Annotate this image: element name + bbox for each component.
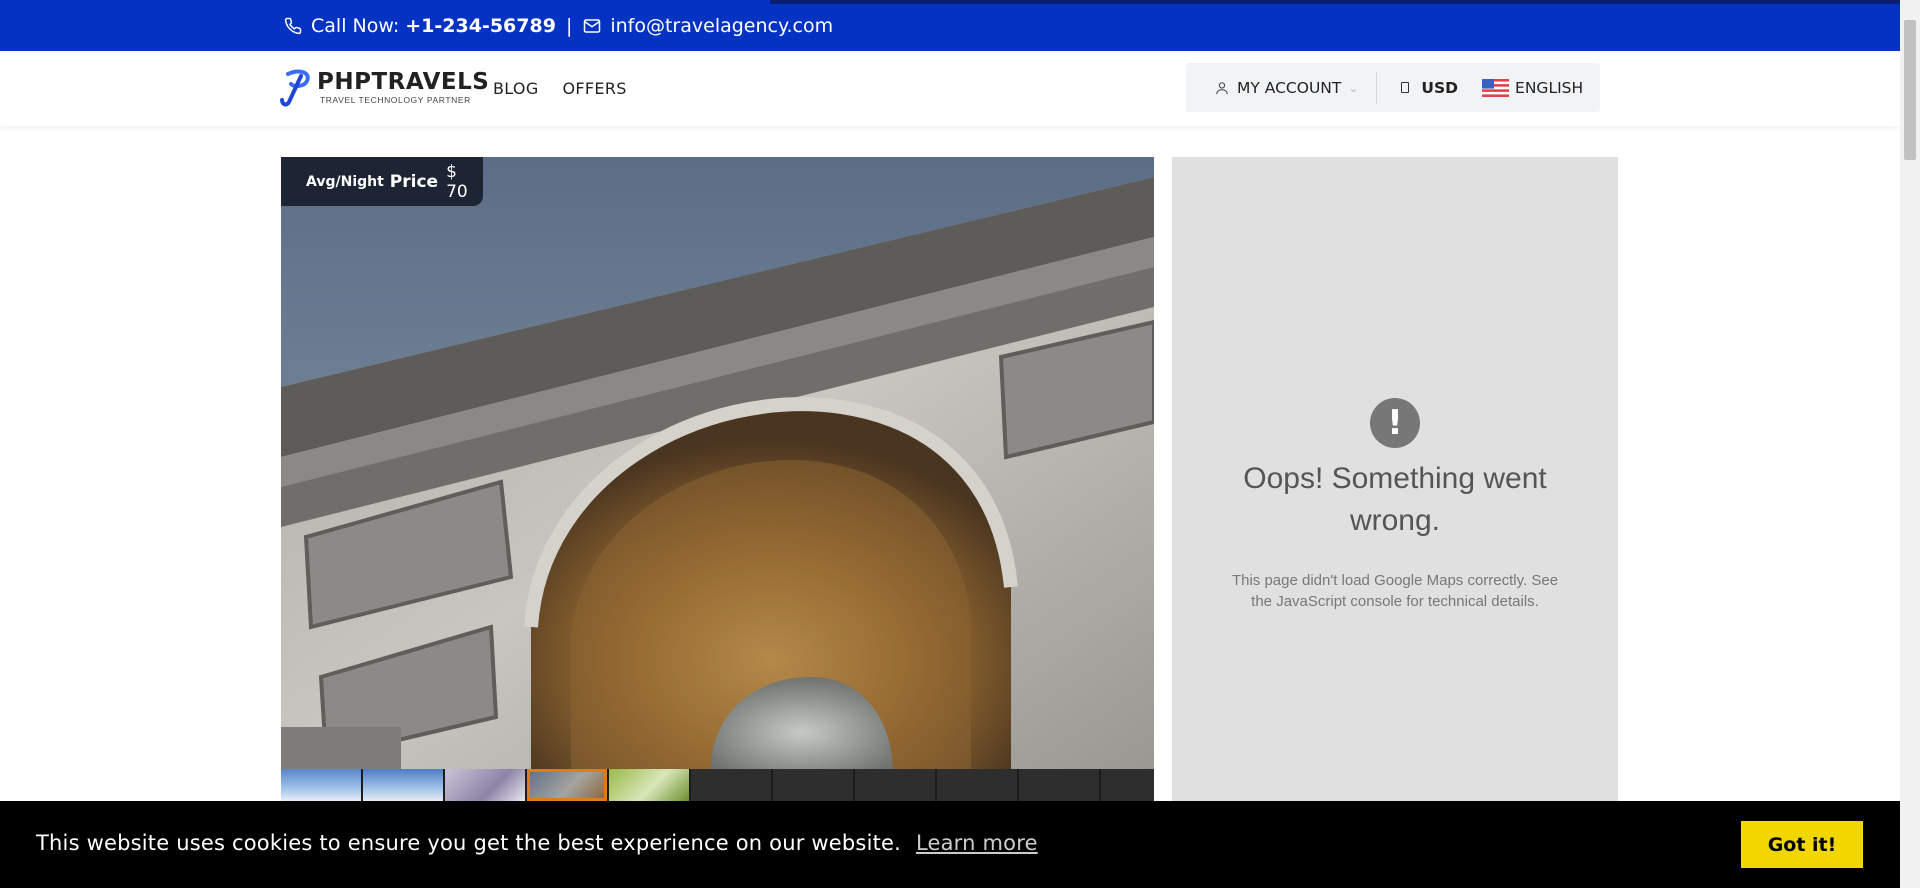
map-panel: ! Oops! Something went wrong. This page … [1172, 157, 1618, 801]
topbar: Call Now: +1-234-56789 | info@travelagen… [0, 0, 1900, 51]
us-flag-icon [1482, 78, 1510, 97]
page-scrollbar[interactable] [1900, 0, 1920, 888]
logo-tagline: TRAVEL TECHNOLOGY PARTNER [320, 95, 471, 106]
thumbnail[interactable] [937, 769, 1017, 801]
thumbnail[interactable] [773, 769, 853, 801]
thumbnail[interactable] [609, 769, 689, 801]
account-divider [1376, 71, 1378, 104]
scrollbar-thumb[interactable] [1904, 20, 1916, 160]
call-now-label: Call Now: [311, 14, 400, 37]
user-icon [1216, 81, 1228, 94]
error-icon: ! [1370, 398, 1420, 448]
cookie-banner: This website uses cookies to ensure you … [0, 801, 1900, 888]
price-label: Price [389, 171, 439, 192]
price-badge: Avg/Night Price $ 70 [281, 157, 483, 206]
logo[interactable]: PHPTRAVELS TRAVEL TECHNOLOGY PARTNER [279, 68, 489, 108]
cookie-text: This website uses cookies to ensure you … [36, 831, 902, 855]
map-error-description: This page didn't load Google Maps correc… [1231, 572, 1559, 610]
site-header: PHPTRAVELS TRAVEL TECHNOLOGY PARTNER BLO… [0, 51, 1900, 126]
thumbnail[interactable] [855, 769, 935, 801]
contact-separator: | [565, 14, 573, 37]
hotel-gallery[interactable] [281, 157, 1154, 769]
thumbnail[interactable] [363, 769, 443, 801]
topbar-accent [770, 0, 1900, 4]
currency-icon [1401, 82, 1410, 93]
hotel-photo [281, 157, 1154, 769]
price-value: $ 70 [446, 161, 468, 202]
my-account-label: MY ACCOUNT [1237, 78, 1342, 97]
map-error-title: Oops! Something went wrong. [1243, 462, 1547, 537]
account-bar: MY ACCOUNT ⌄ USD ENGLISH [1186, 63, 1600, 112]
chevron-down-icon: ⌄ [1348, 80, 1359, 95]
learn-more-link[interactable]: Learn more [916, 831, 1038, 855]
email-link[interactable]: info@travelagency.com [610, 15, 833, 37]
topbar-contact: Call Now: +1-234-56789 | info@travelagen… [283, 0, 833, 51]
currency-selector[interactable]: USD [1401, 79, 1458, 97]
main-nav: BLOG OFFERS [493, 51, 651, 126]
nav-blog[interactable]: BLOG [493, 79, 539, 98]
thumbnail-active[interactable] [527, 769, 607, 801]
mail-icon [582, 16, 602, 36]
logo-name: PHPTRAVELS [317, 69, 490, 96]
thumbnail[interactable] [281, 769, 361, 801]
language-label: ENGLISH [1515, 78, 1584, 97]
cookie-accept-button[interactable]: Got it! [1741, 821, 1863, 868]
phone-link[interactable]: +1-234-56789 [405, 15, 556, 37]
thumbnail[interactable] [445, 769, 525, 801]
thumbnail-strip [281, 769, 1154, 801]
price-prefix: Avg/Night [306, 173, 384, 190]
thumbnail[interactable] [1019, 769, 1099, 801]
thumbnail[interactable] [1101, 769, 1154, 801]
phone-icon [283, 16, 303, 36]
nav-offers[interactable]: OFFERS [563, 79, 627, 98]
currency-label: USD [1421, 78, 1459, 97]
language-selector[interactable]: ENGLISH [1482, 78, 1584, 97]
my-account-dropdown[interactable]: MY ACCOUNT ⌄ [1215, 79, 1358, 97]
cookie-message: This website uses cookies to ensure you … [36, 831, 1038, 855]
logo-mark-icon [280, 69, 310, 107]
thumbnail[interactable] [691, 769, 771, 801]
